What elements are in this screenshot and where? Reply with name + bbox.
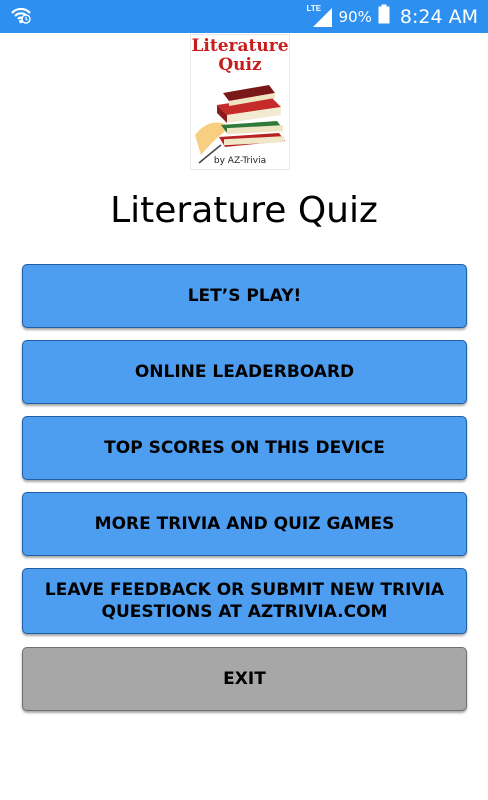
lets-play-button[interactable]: LET’S PLAY!: [22, 264, 467, 328]
logo-title-line1: Literature: [191, 36, 289, 56]
feedback-button[interactable]: LEAVE FEEDBACK OR SUBMIT NEW TRIVIA QUES…: [22, 568, 467, 634]
logo-title-line2: Quiz: [218, 55, 262, 75]
online-leaderboard-button[interactable]: ONLINE LEADERBOARD: [22, 340, 467, 404]
more-games-button[interactable]: MORE TRIVIA AND QUIZ GAMES: [22, 492, 467, 556]
top-scores-button[interactable]: TOP SCORES ON THIS DEVICE: [22, 416, 467, 480]
app-logo: Literature Quiz by AZ-Trivia: [190, 34, 290, 170]
logo-byline: by AZ-Trivia: [213, 156, 267, 166]
wifi-icon: [10, 4, 32, 29]
page-title: Literature Quiz: [110, 190, 378, 231]
battery-percent: 90%: [338, 7, 372, 26]
battery-icon: [378, 4, 390, 29]
signal-icon: LTE: [307, 4, 333, 28]
status-right: LTE 90% 8:24 AM: [307, 4, 478, 29]
status-left: [10, 4, 32, 29]
exit-button[interactable]: EXIT: [22, 647, 467, 711]
status-time: 8:24 AM: [399, 5, 478, 28]
status-bar: LTE 90% 8:24 AM: [0, 0, 488, 33]
